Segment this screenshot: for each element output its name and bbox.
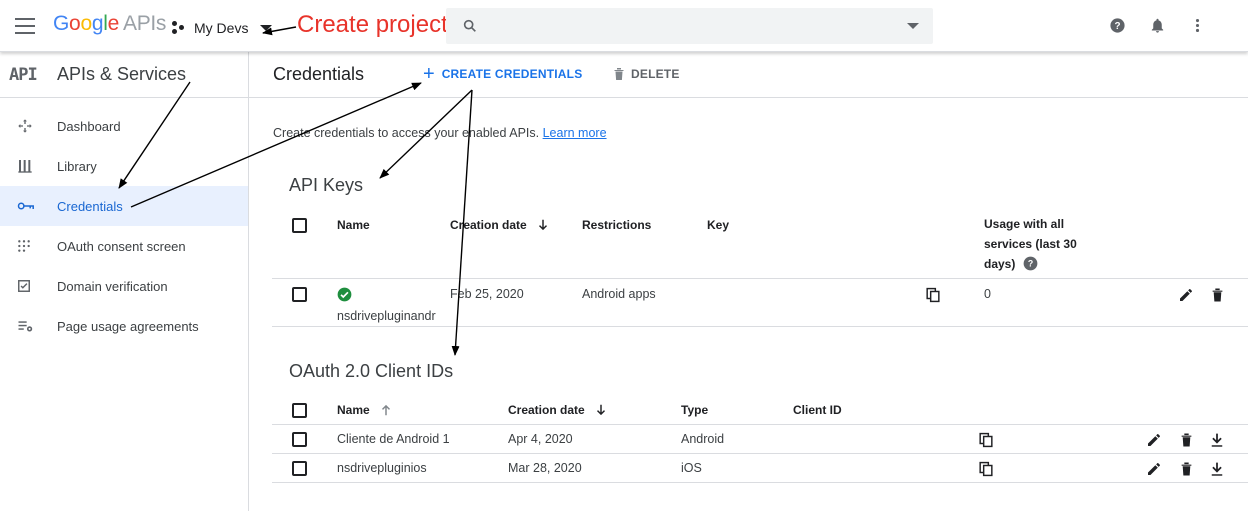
copy-icon[interactable] bbox=[926, 287, 940, 303]
download-icon[interactable] bbox=[1210, 432, 1224, 448]
search-dropdown-icon[interactable] bbox=[907, 23, 919, 29]
main-content: Credentials + CREATE CREDENTIALS DELETE … bbox=[249, 52, 1248, 511]
sidebar-item-credentials[interactable]: Credentials bbox=[0, 186, 248, 226]
help-icon[interactable]: ? bbox=[1023, 256, 1038, 271]
search-icon bbox=[463, 19, 476, 32]
client-name[interactable]: nsdrivepluginios bbox=[314, 453, 508, 483]
key-icon bbox=[17, 202, 34, 210]
table-row: nsdrivepluginios Mar 28, 2020 iOS bbox=[272, 453, 1248, 483]
sidebar-title: APIs & Services bbox=[57, 64, 187, 84]
delete-button[interactable]: DELETE bbox=[613, 67, 680, 81]
download-icon[interactable] bbox=[1210, 461, 1224, 477]
row-checkbox[interactable] bbox=[292, 286, 307, 302]
sidebar-item-library[interactable]: Library bbox=[0, 146, 248, 186]
client-name[interactable]: Cliente de Android 1 bbox=[314, 424, 508, 454]
col-name[interactable]: Name bbox=[314, 210, 450, 279]
annotation-create-project: Create project bbox=[297, 11, 448, 38]
api-keys-table: Name Creation date Restrictions Key Usag… bbox=[272, 210, 1248, 327]
svg-text:?: ? bbox=[1028, 258, 1033, 268]
col-usage: Usage with all services (last 30 days) ? bbox=[984, 210, 1144, 279]
oauth-consent-icon bbox=[18, 240, 30, 252]
library-icon bbox=[18, 160, 32, 173]
project-name: My Devs bbox=[194, 20, 249, 36]
copy-icon[interactable] bbox=[979, 461, 993, 477]
sidebar-item-domain-verification[interactable]: Domain verification bbox=[0, 266, 248, 306]
trash-icon[interactable] bbox=[1211, 287, 1224, 303]
arrow-up-icon bbox=[382, 404, 391, 416]
col-creation-date[interactable]: Creation date bbox=[450, 210, 582, 279]
col-name[interactable]: Name bbox=[314, 396, 508, 425]
top-app-bar: Google APIs My Devs Create project ? bbox=[0, 0, 1248, 52]
client-type: iOS bbox=[681, 453, 793, 483]
arrow-down-icon bbox=[539, 219, 548, 230]
plus-icon: + bbox=[423, 63, 435, 85]
api-key-name[interactable]: nsdrivepluginandr bbox=[337, 309, 436, 323]
api-key-usage: 0 bbox=[984, 278, 1144, 327]
edit-icon[interactable] bbox=[1178, 287, 1194, 303]
copy-icon[interactable] bbox=[979, 432, 993, 448]
row-checkbox[interactable] bbox=[292, 431, 307, 447]
sidebar-item-page-usage[interactable]: Page usage agreements bbox=[0, 306, 248, 346]
client-date: Mar 28, 2020 bbox=[508, 453, 681, 483]
intro-text: Create credentials to access your enable… bbox=[273, 126, 607, 140]
table-row: Cliente de Android 1 Apr 4, 2020 Android bbox=[272, 424, 1248, 454]
learn-more-link[interactable]: Learn more bbox=[543, 126, 607, 140]
col-restrictions: Restrictions bbox=[582, 210, 707, 279]
sidebar-header: API APIs & Services bbox=[0, 52, 248, 98]
client-type: Android bbox=[681, 424, 793, 454]
page-header: Credentials + CREATE CREDENTIALS DELETE bbox=[249, 52, 1248, 98]
api-key-date: Feb 25, 2020 bbox=[450, 278, 582, 327]
settings-list-icon bbox=[18, 321, 33, 332]
page-title: Credentials bbox=[273, 64, 365, 84]
select-all-checkbox[interactable] bbox=[292, 403, 307, 418]
client-date: Apr 4, 2020 bbox=[508, 424, 681, 454]
svg-text:?: ? bbox=[1114, 21, 1120, 32]
select-all-checkbox[interactable] bbox=[292, 218, 307, 233]
oauth-title: OAuth 2.0 Client IDs bbox=[289, 361, 454, 381]
more-vert-icon[interactable] bbox=[1189, 17, 1206, 34]
dashboard-icon bbox=[18, 119, 32, 133]
arrow-down-icon bbox=[597, 404, 606, 415]
table-header: Name Creation date Restrictions Key Usag… bbox=[272, 210, 1248, 279]
oauth-table: Name Creation date Type Client ID Client… bbox=[272, 396, 1248, 483]
chevron-down-icon bbox=[260, 25, 273, 31]
sidebar-item-dashboard[interactable]: Dashboard bbox=[0, 106, 248, 146]
edit-icon[interactable] bbox=[1146, 432, 1162, 448]
google-apis-logo[interactable]: Google APIs bbox=[53, 12, 166, 36]
help-icon[interactable]: ? bbox=[1109, 17, 1126, 34]
col-creation-date[interactable]: Creation date bbox=[508, 396, 681, 425]
row-checkbox[interactable] bbox=[292, 460, 307, 476]
trash-icon[interactable] bbox=[1180, 461, 1193, 477]
api-keys-title: API Keys bbox=[289, 175, 364, 195]
trash-icon[interactable] bbox=[1180, 432, 1193, 448]
notifications-icon[interactable] bbox=[1149, 17, 1166, 34]
project-icon bbox=[172, 21, 186, 35]
trash-icon bbox=[614, 68, 624, 80]
col-type: Type bbox=[681, 396, 793, 425]
sidebar: API APIs & Services Dashboard Library Cr… bbox=[0, 52, 249, 511]
col-key: Key bbox=[707, 210, 984, 279]
check-circle-icon bbox=[337, 287, 352, 301]
create-credentials-button[interactable]: + CREATE CREDENTIALS bbox=[423, 63, 582, 85]
search-bar[interactable] bbox=[446, 8, 933, 44]
menu-icon[interactable] bbox=[15, 18, 35, 34]
table-row: nsdrivepluginandr Feb 25, 2020 Android a… bbox=[272, 278, 1248, 327]
api-key-restrictions: Android apps bbox=[582, 278, 707, 327]
col-client-id: Client ID bbox=[793, 396, 993, 425]
checkbox-icon bbox=[18, 280, 30, 292]
api-logo-icon: API bbox=[9, 64, 38, 85]
sidebar-item-oauth-consent[interactable]: OAuth consent screen bbox=[0, 226, 248, 266]
project-selector[interactable]: My Devs bbox=[172, 17, 273, 39]
edit-icon[interactable] bbox=[1146, 461, 1162, 477]
table-header: Name Creation date Type Client ID bbox=[272, 396, 1248, 425]
